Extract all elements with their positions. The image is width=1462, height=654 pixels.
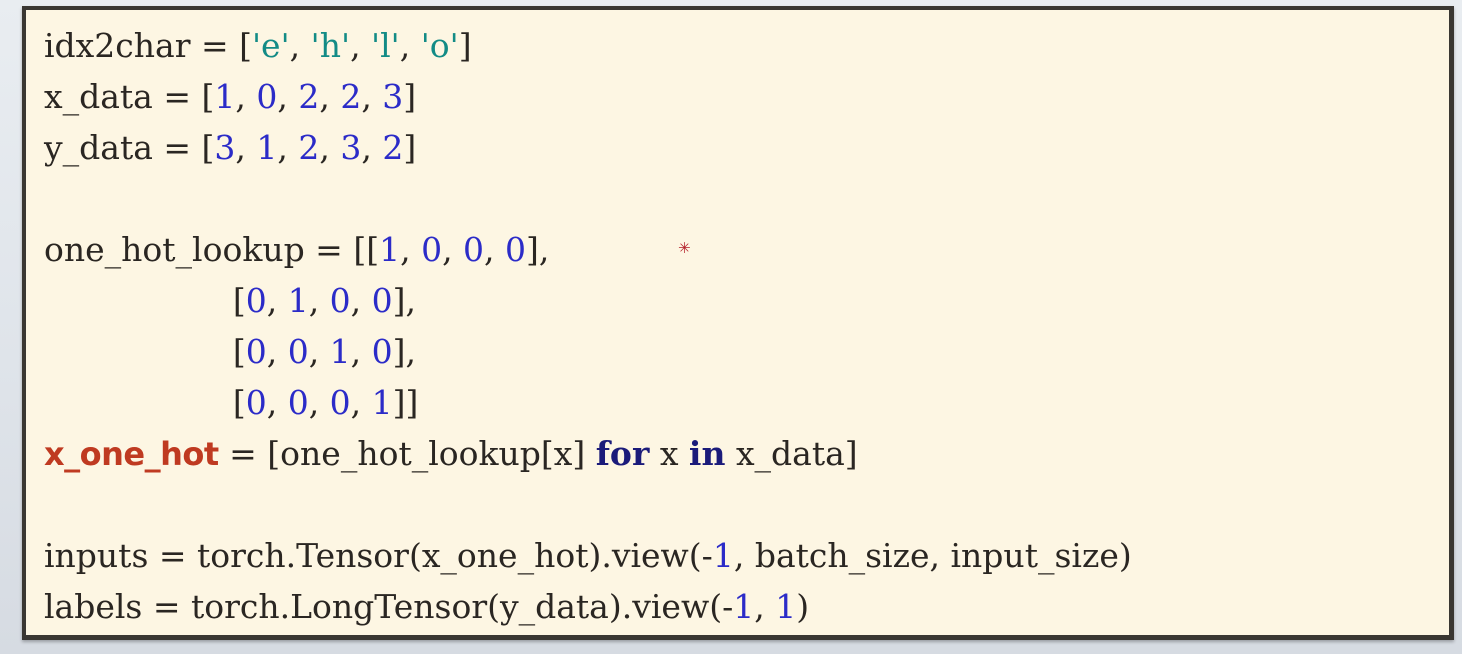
- line-labels: labels = torch.LongTensor(y_data).view(-…: [44, 581, 1449, 632]
- line-inputs: inputs = torch.Tensor(x_one_hot).view(-1…: [44, 530, 1449, 581]
- token-plain: ,: [361, 77, 383, 116]
- token-num: 2: [298, 77, 320, 116]
- token-plain: ]: [458, 26, 472, 65]
- token-plain: ,: [361, 128, 383, 167]
- token-plain: ,: [266, 332, 288, 371]
- line-idx2char: idx2char = ['e', 'h', 'l', 'o']: [44, 20, 1449, 71]
- token-plain: ,: [308, 281, 330, 320]
- token-plain: x_data]: [725, 434, 858, 473]
- token-num: 1: [775, 587, 797, 626]
- token-num: 0: [245, 332, 267, 371]
- token-plain: ): [796, 587, 810, 626]
- line-y-data: y_data = [3, 1, 2, 3, 2]: [44, 122, 1449, 173]
- token-plain: x: [649, 434, 689, 473]
- token-plain: ,: [350, 383, 372, 422]
- token-plain: [: [44, 383, 246, 422]
- token-num: 0: [287, 383, 309, 422]
- token-plain: ,: [400, 230, 422, 269]
- token-plain: ,: [289, 26, 311, 65]
- token-plain: ,: [266, 281, 288, 320]
- token-str: 'o': [420, 26, 459, 65]
- token-plain: ,: [277, 128, 299, 167]
- line-x-one-hot: x_one_hot = [one_hot_lookup[x] for x in …: [44, 428, 1449, 479]
- token-num: 0: [329, 281, 351, 320]
- token-num: 0: [463, 230, 485, 269]
- token-num: 0: [287, 332, 309, 371]
- token-plain: = [one_hot_lookup[x]: [218, 434, 596, 473]
- token-str: 'l': [371, 26, 400, 65]
- line-blank-2: [44, 479, 1449, 530]
- token-plain: ,: [350, 26, 372, 65]
- line-one-hot-lookup-row0: one_hot_lookup = [[1, 0, 0, 0],: [44, 224, 1449, 275]
- token-plain: , batch_size, input_size): [733, 536, 1132, 575]
- token-plain: ]: [403, 128, 417, 167]
- token-num: 0: [505, 230, 527, 269]
- line-one-hot-lookup-row3: [0, 0, 0, 1]]: [44, 377, 1449, 428]
- token-str: 'e': [251, 26, 290, 65]
- token-num: 1: [371, 383, 393, 422]
- token-plain: ,: [754, 587, 776, 626]
- token-plain: ,: [308, 383, 330, 422]
- token-plain: ,: [319, 77, 341, 116]
- token-num: 2: [298, 128, 320, 167]
- token-plain: ,: [235, 128, 257, 167]
- token-plain: ,: [308, 332, 330, 371]
- slide-canvas: idx2char = ['e', 'h', 'l', 'o'] x_data = …: [0, 0, 1462, 654]
- token-num: 3: [340, 128, 362, 167]
- token-plain: [: [44, 332, 246, 371]
- token-kw: for: [595, 434, 650, 473]
- token-num: 0: [256, 77, 278, 116]
- token-plain: one_hot_lookup = [[: [44, 230, 380, 269]
- token-plain: ]: [403, 77, 417, 116]
- token-num: 0: [329, 383, 351, 422]
- token-plain: inputs = torch.Tensor(x_one_hot).view(-: [44, 536, 713, 575]
- token-num: 1: [256, 128, 278, 167]
- line-x-data: x_data = [1, 0, 2, 2, 3]: [44, 71, 1449, 122]
- token-plain: ,: [442, 230, 464, 269]
- token-plain: y_data = [: [44, 128, 215, 167]
- token-plain: labels = torch.LongTensor(y_data).view(-: [44, 587, 734, 626]
- code-panel: idx2char = ['e', 'h', 'l', 'o'] x_data = …: [22, 6, 1454, 640]
- token-plain: ],: [392, 332, 417, 371]
- token-num: 2: [382, 128, 404, 167]
- token-plain: ,: [350, 281, 372, 320]
- token-plain: ,: [266, 383, 288, 422]
- line-one-hot-lookup-row2: [0, 0, 1, 0],: [44, 326, 1449, 377]
- token-num: 1: [214, 77, 236, 116]
- token-plain: ,: [235, 77, 257, 116]
- token-num: 1: [287, 281, 309, 320]
- token-str: 'h': [310, 26, 351, 65]
- token-num: 0: [371, 332, 393, 371]
- token-num: 2: [340, 77, 362, 116]
- token-plain: ],: [392, 281, 417, 320]
- token-plain: ,: [399, 26, 421, 65]
- token-plain: ,: [484, 230, 506, 269]
- token-hl: x_one_hot: [44, 435, 219, 473]
- token-num: 0: [421, 230, 443, 269]
- token-plain: x_data = [: [44, 77, 215, 116]
- token-plain: ,: [319, 128, 341, 167]
- token-plain: ,: [350, 332, 372, 371]
- token-num: 1: [379, 230, 401, 269]
- token-plain: ]]: [392, 383, 419, 422]
- line-one-hot-lookup-row1: [0, 1, 0, 0],: [44, 275, 1449, 326]
- token-num: 0: [371, 281, 393, 320]
- token-num: 1: [329, 332, 351, 371]
- token-num: 3: [382, 77, 404, 116]
- token-plain: ],: [526, 230, 550, 269]
- token-num: 0: [245, 383, 267, 422]
- token-kw: in: [688, 434, 726, 473]
- token-plain: idx2char = [: [44, 26, 252, 65]
- token-num: 3: [214, 128, 236, 167]
- token-num: 1: [712, 536, 734, 575]
- code-listing[interactable]: idx2char = ['e', 'h', 'l', 'o'] x_data = …: [44, 20, 1449, 635]
- token-plain: [: [44, 281, 246, 320]
- token-num: 0: [245, 281, 267, 320]
- line-blank-1: [44, 173, 1449, 224]
- token-plain: ,: [277, 77, 299, 116]
- token-num: 1: [733, 587, 755, 626]
